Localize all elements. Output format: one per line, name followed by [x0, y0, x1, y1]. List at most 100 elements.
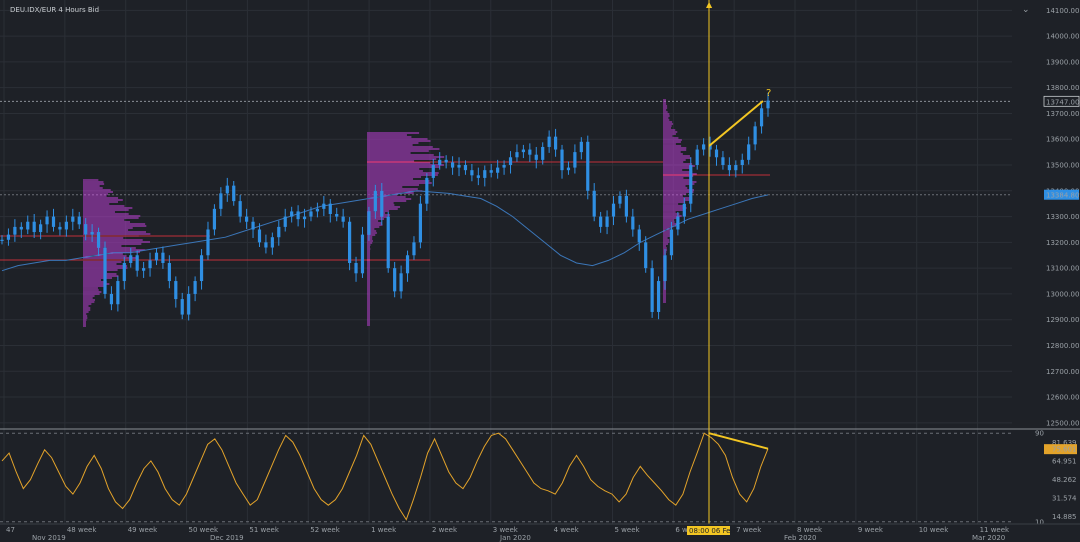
candle-body — [19, 226, 23, 230]
week-label: 9 week — [858, 526, 884, 534]
chart-title: DEU.IDX/EUR 4 Hours Bid — [10, 6, 99, 14]
candle-body — [502, 165, 506, 168]
candle-body — [566, 167, 571, 171]
crosshair-arrow-up: ▲ — [706, 0, 713, 9]
candle-body — [528, 149, 532, 155]
candle-body — [135, 255, 139, 271]
y-tick-label: 12800.00 — [1046, 342, 1079, 350]
candle-body — [721, 157, 725, 166]
week-label: 48 week — [67, 526, 97, 534]
osc-tick-label: 31.574 — [1052, 494, 1077, 502]
y-tick-label: 13800.00 — [1046, 84, 1079, 92]
candle-body — [360, 234, 365, 274]
candle-body — [714, 149, 719, 158]
crosshair-date-label: 08:00 06 Feb. — [689, 527, 737, 535]
month-label: Jan 2020 — [499, 534, 531, 542]
week-label: 3 week — [493, 526, 519, 534]
candle-body — [740, 159, 744, 166]
y-tick-label: 13200.00 — [1046, 239, 1079, 247]
week-label: 5 week — [614, 526, 640, 534]
y-tick-label: 13900.00 — [1046, 58, 1079, 66]
last-price-label: 13747.000 — [1046, 98, 1080, 106]
candle-body — [335, 214, 339, 217]
candle-body — [489, 170, 493, 173]
candle-body — [463, 165, 468, 171]
candle-body — [71, 216, 75, 222]
candle-body — [405, 255, 410, 274]
candle-body — [624, 195, 628, 217]
osc-tick-label: 75.601 — [1052, 446, 1077, 454]
candle-body — [766, 100, 770, 109]
candle-body — [161, 252, 165, 263]
week-label: 2 week — [432, 526, 458, 534]
candle-body — [734, 165, 738, 171]
y-tick-label: 12600.00 — [1046, 394, 1079, 402]
week-label: 52 week — [310, 526, 340, 534]
candle-body — [0, 239, 4, 241]
candle-body — [644, 242, 648, 269]
candle-body — [457, 165, 461, 168]
candle-body — [322, 203, 326, 209]
y-tick-label: 13600.00 — [1046, 136, 1079, 144]
candle-body — [219, 193, 223, 209]
candle-body — [341, 216, 345, 222]
candle-body — [611, 203, 616, 217]
candle-body — [412, 242, 416, 256]
candle-body — [669, 229, 674, 256]
candle-body — [26, 221, 30, 230]
settings-chevron-icon[interactable]: ⌄ — [1022, 5, 1030, 15]
candle-body — [599, 216, 603, 227]
candle-body — [431, 165, 435, 178]
candle-body — [84, 224, 88, 235]
candle-body — [290, 211, 294, 217]
candle-body — [579, 141, 583, 153]
candle-body — [444, 159, 448, 163]
candle-body — [425, 177, 429, 204]
candle-body — [354, 262, 358, 274]
candle-body — [586, 141, 590, 191]
month-label: Feb 2020 — [784, 534, 816, 542]
candle-body — [245, 216, 249, 222]
candle-body — [77, 216, 81, 225]
candle-body — [663, 255, 667, 282]
week-label: 10 week — [919, 526, 949, 534]
candle-body — [470, 170, 474, 176]
candle-body — [515, 152, 519, 158]
osc-tick-label: 64.951 — [1052, 457, 1077, 465]
y-tick-label: 14100.00 — [1046, 7, 1079, 15]
candle-body — [45, 216, 49, 225]
candle-body — [476, 175, 480, 178]
y-tick-label: 13700.00 — [1046, 110, 1079, 118]
y-tick-label: 13300.00 — [1046, 213, 1079, 221]
candle-body — [296, 211, 300, 220]
week-label: 4 week — [554, 526, 580, 534]
candle-body — [367, 211, 371, 235]
candle-body — [418, 203, 423, 243]
time-axis[interactable]: 47 48 week 49 week 50 week 51 week 52 week 1 w… — [0, 523, 1080, 542]
candle-body — [753, 126, 757, 145]
osc-tick-label: 90 — [1035, 430, 1044, 438]
candle-body — [116, 281, 120, 305]
candle-body — [534, 154, 538, 160]
candle-body — [13, 226, 17, 235]
candle-body — [727, 165, 731, 171]
week-label: 8 week — [797, 526, 823, 534]
candle-body — [309, 211, 313, 217]
candle-body — [747, 144, 751, 160]
candle-body — [39, 224, 43, 233]
candle-body — [148, 260, 152, 269]
candle-body — [187, 293, 191, 315]
candle-body — [676, 216, 680, 230]
week-label: 1 week — [371, 526, 397, 534]
candle-body — [302, 216, 307, 220]
candle-body — [251, 221, 255, 230]
y-tick-label: 13100.00 — [1046, 265, 1079, 273]
candle-body — [553, 136, 558, 150]
candle-body — [315, 208, 320, 212]
candle-body — [347, 221, 352, 263]
candle-body — [64, 221, 68, 230]
candle-body — [238, 201, 242, 217]
candle-body — [547, 136, 551, 147]
candle-body — [122, 262, 126, 282]
candle-body — [605, 216, 609, 227]
